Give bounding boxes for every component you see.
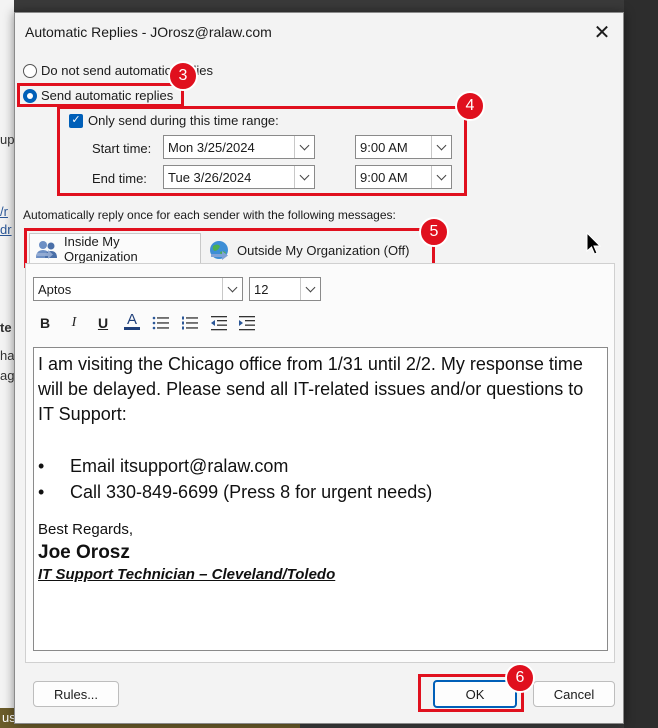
close-button[interactable]: ✕: [587, 19, 617, 45]
start-date-value: Mon 3/25/2024: [168, 139, 255, 155]
time-range-option[interactable]: ✓ Only send during this time range:: [69, 113, 279, 128]
cancel-button[interactable]: Cancel: [533, 681, 615, 707]
automatic-replies-dialog: Automatic Replies - JOrosz@ralaw.com ✕ D…: [14, 12, 624, 724]
tab-inside-organization[interactable]: Inside My Organization: [29, 233, 201, 264]
time-range-label: Only send during this time range:: [88, 113, 279, 128]
signature-name: Joe Orosz: [38, 542, 130, 563]
send-automatic-replies-option[interactable]: Send automatic replies: [23, 88, 173, 103]
end-time-label: End time:: [92, 171, 147, 186]
underline-button[interactable]: U: [91, 312, 115, 334]
ok-button[interactable]: OK: [433, 680, 517, 708]
mouse-cursor-icon: [586, 232, 602, 255]
annotation-badge-3: 3: [168, 61, 198, 91]
tab-outside-organization[interactable]: Outside My Organization (Off): [203, 235, 418, 265]
end-time-value: 9:00 AM: [360, 169, 408, 185]
do-not-send-radio[interactable]: [23, 63, 37, 78]
time-range-checkbox[interactable]: ✓: [69, 113, 83, 128]
dialog-title: Automatic Replies - JOrosz@ralaw.com: [25, 24, 272, 40]
font-size-select[interactable]: 12: [249, 277, 321, 301]
tab-inside-label: Inside My Organization: [64, 233, 138, 264]
start-time-value: 9:00 AM: [360, 139, 408, 155]
end-date-value: Tue 3/26/2024: [168, 169, 252, 185]
chevron-down-icon[interactable]: [222, 278, 242, 300]
list-item: • Call 330-849-6699 (Press 8 for urgent …: [38, 479, 603, 505]
message-body-editor[interactable]: I am visiting the Chicago office from 1/…: [33, 347, 608, 651]
globe-icon: [210, 241, 228, 260]
bullet-glyph: •: [38, 482, 45, 502]
send-automatic-replies-label: Send automatic replies: [41, 88, 174, 103]
annotation-badge-4: 4: [455, 91, 485, 121]
list-item: • Email itsupport@ralaw.com: [38, 453, 603, 479]
bullet-text: Email itsupport@ralaw.com: [70, 456, 289, 476]
bullet-list-icon: [152, 316, 169, 330]
reply-instruction: Automatically reply once for each sender…: [23, 208, 396, 222]
start-time-label: Start time:: [92, 141, 152, 156]
increase-indent-icon: [239, 316, 255, 331]
bg-text-fragment: up: [0, 132, 14, 147]
background-dark-area: [624, 0, 658, 728]
annotation-badge-5: 5: [419, 217, 449, 247]
annotation-badge-6: 6: [505, 663, 535, 693]
chevron-down-icon[interactable]: [300, 278, 320, 300]
background-window: up /r dr te ha ag: [0, 0, 14, 728]
bg-link-fragment: /r: [0, 204, 8, 219]
signature-regards: Best Regards,: [38, 521, 134, 538]
bold-button[interactable]: B: [33, 312, 57, 334]
tab-outside-label: Outside My Organization (Off): [237, 242, 410, 258]
font-color-icon: A: [126, 311, 137, 328]
numbered-list-button[interactable]: [178, 312, 202, 334]
bg-text-fragment: te: [0, 320, 12, 335]
decrease-indent-icon: [211, 316, 227, 331]
message-paragraph: I am visiting the Chicago office from 1/…: [38, 354, 584, 424]
decrease-indent-button[interactable]: [207, 312, 231, 334]
chevron-down-icon[interactable]: [294, 136, 314, 158]
font-color-button[interactable]: A: [120, 310, 144, 332]
bullet-glyph: •: [38, 456, 45, 476]
title-bar: Automatic Replies - JOrosz@ralaw.com ✕: [15, 13, 623, 51]
bg-text-fragment: ag: [0, 368, 14, 383]
people-icon: [36, 240, 57, 259]
chevron-down-icon[interactable]: [431, 166, 451, 188]
end-time-picker[interactable]: 9:00 AM: [355, 165, 452, 189]
rules-button[interactable]: Rules...: [33, 681, 119, 707]
font-family-value: Aptos: [38, 281, 72, 297]
bullet-text: Call 330-849-6699 (Press 8 for urgent ne…: [70, 482, 433, 502]
signature-title: IT Support Technician – Cleveland/Toledo: [38, 566, 336, 583]
bullet-list-button[interactable]: [149, 312, 173, 334]
chevron-down-icon[interactable]: [431, 136, 451, 158]
font-family-select[interactable]: Aptos: [33, 277, 243, 301]
numbered-list-icon: [182, 316, 198, 330]
font-size-value: 12: [254, 281, 269, 297]
chevron-down-icon[interactable]: [294, 166, 314, 188]
end-date-picker[interactable]: Tue 3/26/2024: [163, 165, 315, 189]
close-icon: ✕: [593, 21, 611, 44]
start-date-picker[interactable]: Mon 3/25/2024: [163, 135, 315, 159]
italic-button[interactable]: I: [62, 312, 86, 334]
send-automatic-replies-radio[interactable]: [23, 88, 37, 103]
increase-indent-button[interactable]: [235, 312, 259, 334]
start-time-picker[interactable]: 9:00 AM: [355, 135, 452, 159]
bg-link-fragment: dr: [0, 222, 12, 237]
bg-text-fragment: ha: [0, 348, 14, 363]
